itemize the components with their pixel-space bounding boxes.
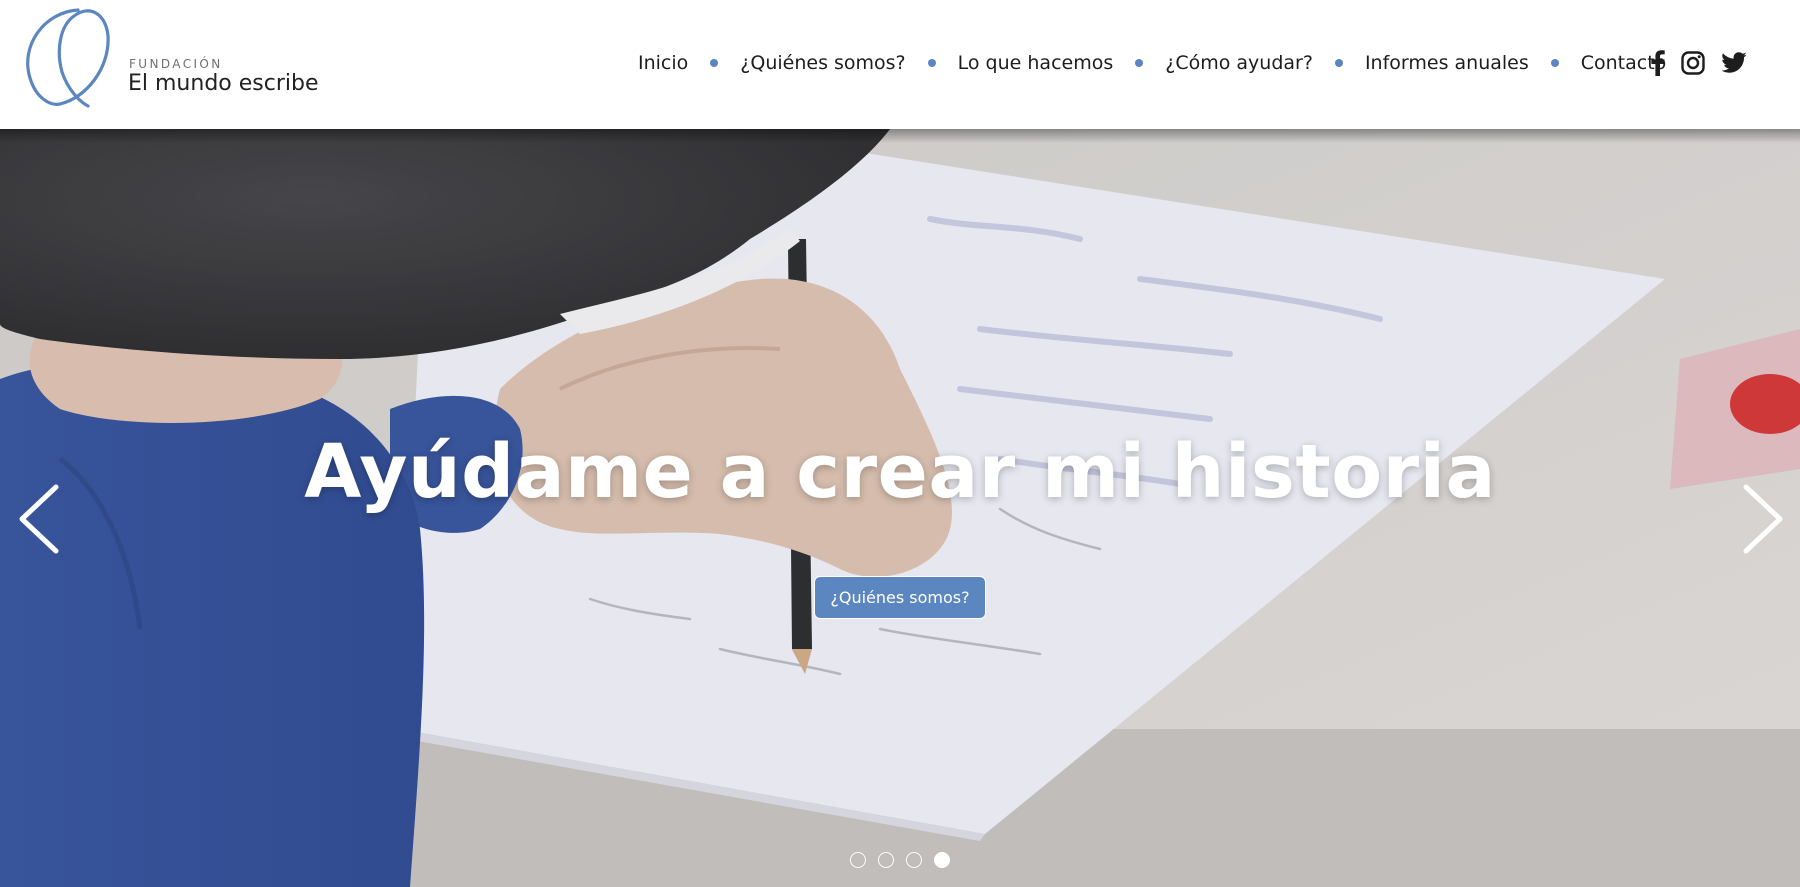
nav-separator-dot [710, 59, 719, 67]
slider-dot-4[interactable] [934, 852, 950, 868]
site-header: FUNDACIÓN El mundo escribe Inicio ¿Quién… [0, 0, 1800, 129]
nav-item-informes-anuales[interactable]: Informes anuales [1365, 52, 1529, 74]
nav-separator-dot [1550, 59, 1559, 67]
nav-item-como-ayudar[interactable]: ¿Cómo ayudar? [1165, 52, 1313, 74]
hero-top-shadow [0, 129, 1800, 143]
site-logo[interactable]: FUNDACIÓN El mundo escribe [26, 6, 326, 122]
facebook-icon[interactable] [1651, 50, 1665, 76]
nav-item-quienes-somos[interactable]: ¿Quiénes somos? [740, 52, 905, 74]
nav-separator-dot [1334, 59, 1343, 67]
instagram-icon[interactable] [1681, 51, 1705, 75]
chevron-left-icon[interactable] [16, 481, 62, 557]
hero-cta-button[interactable]: ¿Quiénes somos? [814, 576, 986, 619]
nav-separator-dot [927, 59, 936, 67]
nav-item-lo-que-hacemos[interactable]: Lo que hacemos [958, 52, 1114, 74]
logo-title: El mundo escribe [128, 71, 319, 96]
slider-dot-1[interactable] [850, 852, 866, 868]
main-nav: Inicio ¿Quiénes somos? Lo que hacemos ¿C… [638, 46, 1666, 80]
nav-item-inicio[interactable]: Inicio [638, 52, 688, 74]
logo-subtitle: FUNDACIÓN [129, 57, 223, 71]
slider-dot-2[interactable] [878, 852, 894, 868]
twitter-icon[interactable] [1721, 52, 1747, 74]
logo-swirl-icon [26, 8, 110, 108]
nav-separator-dot [1135, 59, 1144, 67]
hero-slider: Ayúdame a crear mi historia ¿Quiénes som… [0, 129, 1800, 887]
hero-title: Ayúdame a crear mi historia [304, 429, 1496, 515]
social-links [1651, 46, 1747, 80]
slider-pagination [850, 852, 950, 868]
chevron-right-icon[interactable] [1740, 481, 1786, 557]
slider-dot-3[interactable] [906, 852, 922, 868]
